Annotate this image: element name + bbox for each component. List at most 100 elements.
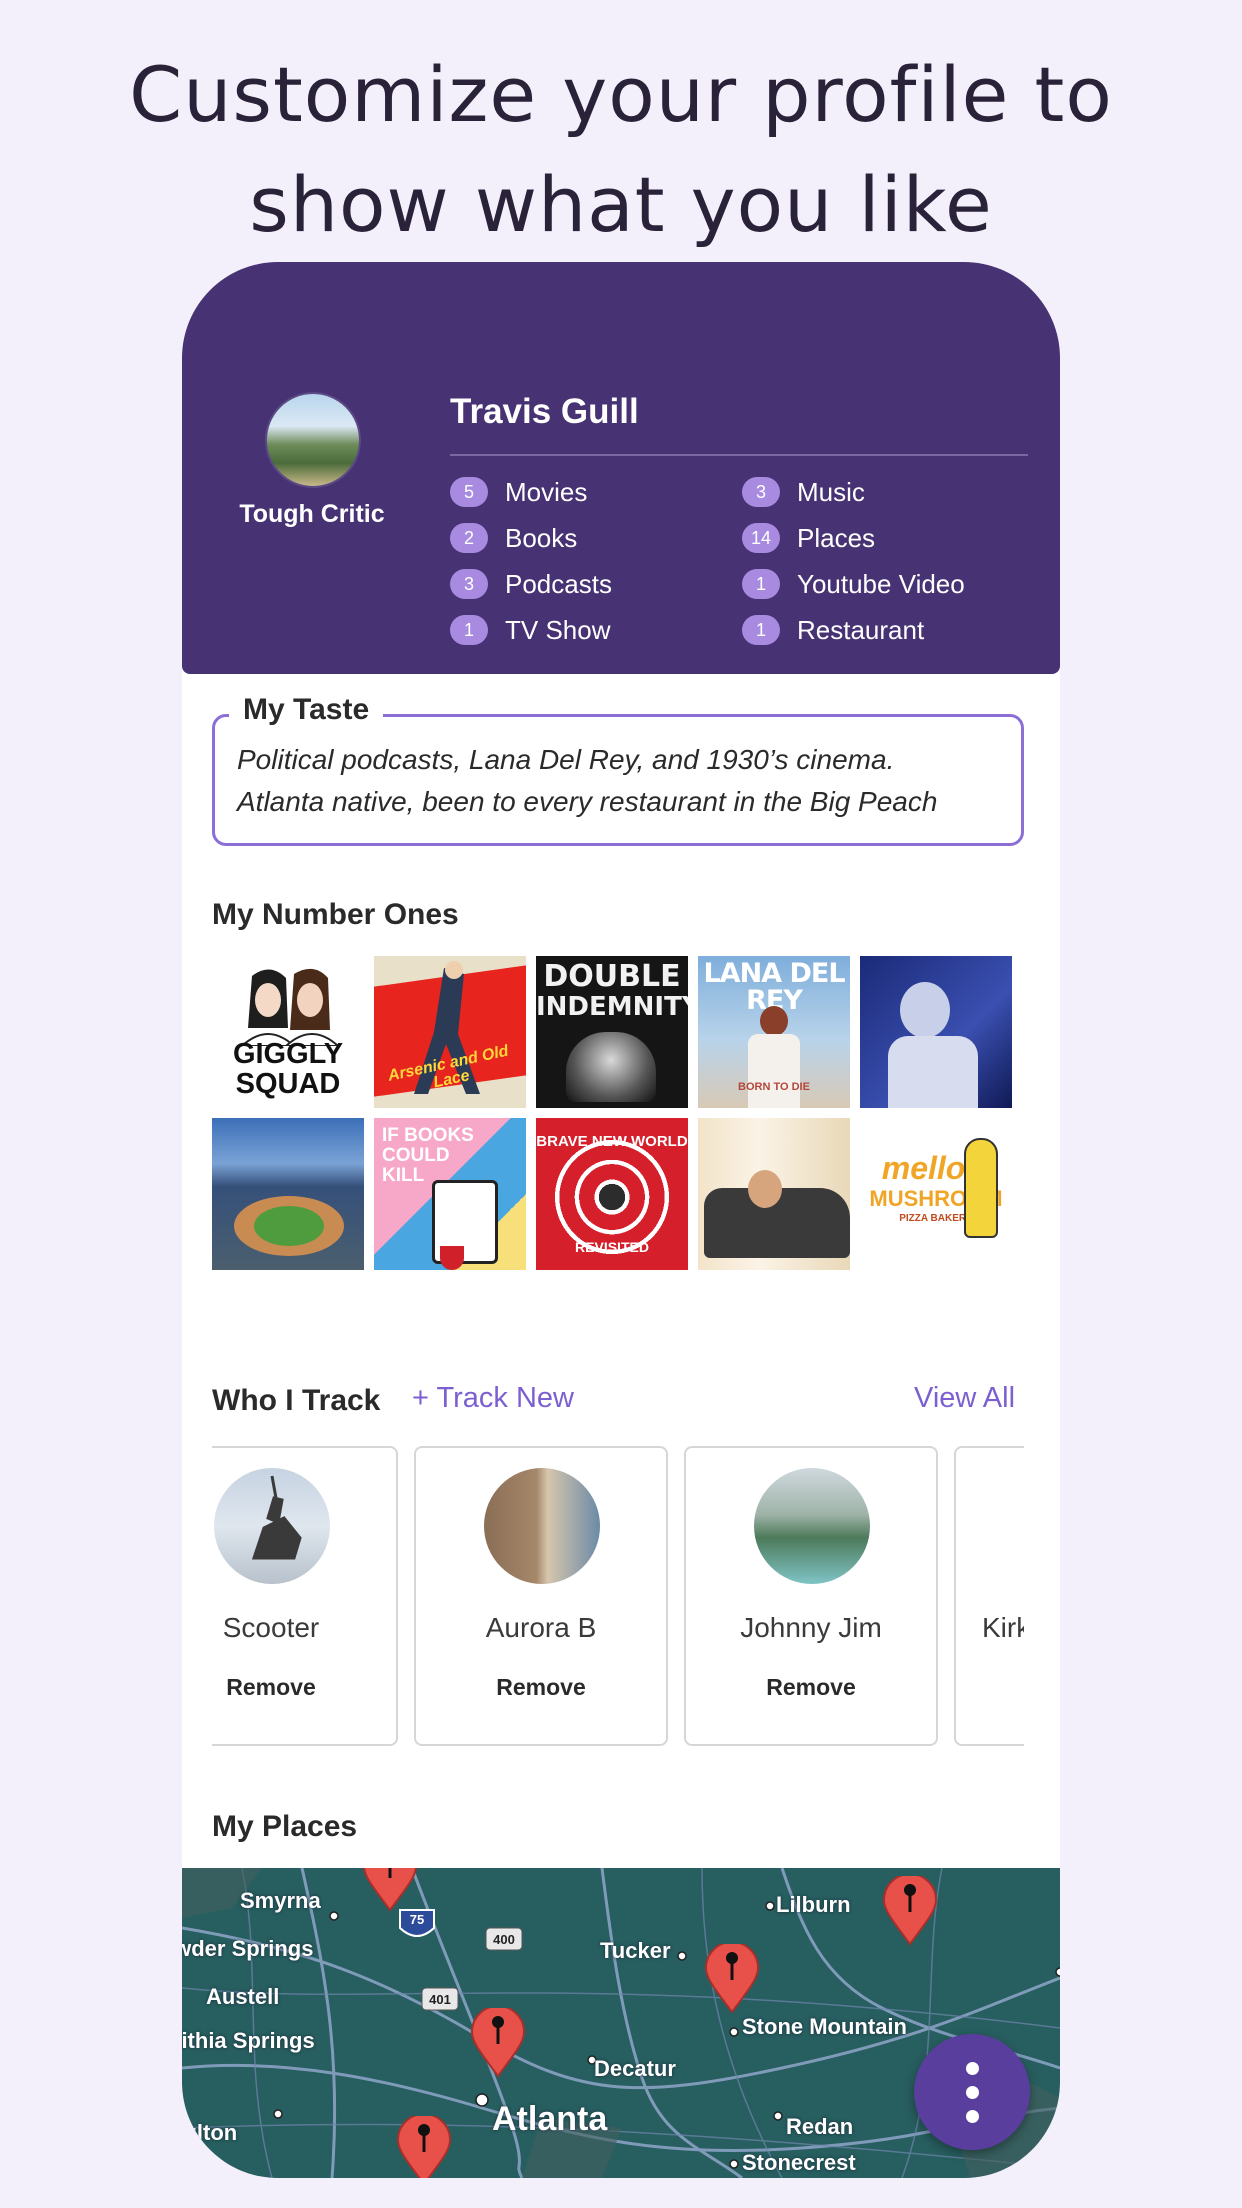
stadium-field bbox=[254, 1206, 324, 1246]
more-options-button[interactable] bbox=[914, 2034, 1030, 2150]
number-one-tile[interactable]: IF BOOKS COULD KILL bbox=[374, 1118, 526, 1270]
stat-tv-show[interactable]: 1 TV Show bbox=[450, 610, 611, 650]
statue-icon bbox=[251, 1475, 302, 1560]
map-label-austell: Austell bbox=[206, 1984, 280, 2009]
number-one-tile[interactable]: mellow MUSHROOM PIZZA BAKERS bbox=[860, 1118, 1012, 1270]
tile-subtitle: REVISITED bbox=[575, 1239, 649, 1255]
map-pin-icon[interactable] bbox=[362, 1868, 418, 1912]
map-label-lilburn: Lilburn bbox=[776, 1892, 851, 1917]
stat-label: Movies bbox=[505, 476, 588, 507]
map-label-lithia-springs: Lithia Springs bbox=[182, 2028, 315, 2053]
tile-title: DOUBLE bbox=[543, 959, 681, 994]
map-label-tucker: Tucker bbox=[600, 1938, 671, 1963]
podcast-hosts-illustration bbox=[240, 968, 340, 1046]
number-ones-title: My Number Ones bbox=[212, 898, 459, 931]
my-taste-box[interactable]: My Taste Political podcasts, Lana Del Re… bbox=[212, 693, 1024, 846]
stat-label: TV Show bbox=[505, 614, 611, 645]
mascot-figure bbox=[964, 1138, 998, 1238]
my-taste-title: My Taste bbox=[229, 693, 384, 727]
count-badge: 1 bbox=[742, 615, 780, 645]
tracked-person-card[interactable]: Scooter Remove bbox=[212, 1446, 398, 1746]
map-label-redan: Redan bbox=[786, 2114, 854, 2139]
remove-button[interactable]: Remove bbox=[686, 1674, 936, 1701]
who-i-track-title: Who I Track bbox=[212, 1384, 381, 1417]
map-pin-icon[interactable] bbox=[704, 1944, 760, 2014]
more-vertical-icon bbox=[966, 2086, 979, 2099]
stat-podcasts[interactable]: 3 Podcasts bbox=[450, 564, 612, 604]
map-pin-icon[interactable] bbox=[470, 2008, 526, 2078]
person-name: Scooter bbox=[222, 1612, 320, 1643]
stat-places[interactable]: 14 Places bbox=[742, 518, 875, 558]
my-taste-line-2: Atlanta native, been to every restaurant… bbox=[237, 786, 938, 817]
stat-label: Music bbox=[797, 476, 865, 507]
headline-line-1: Customize your profile to bbox=[129, 50, 1113, 139]
map-pin-icon[interactable] bbox=[882, 1876, 938, 1946]
stat-youtube-video[interactable]: 1 Youtube Video bbox=[742, 564, 965, 604]
stat-label: Podcasts bbox=[505, 568, 612, 599]
tile-title: INDEMNITY bbox=[536, 992, 688, 1022]
tile-title: GIGGLY bbox=[232, 1038, 344, 1070]
headline: Customize your profile to show what you … bbox=[0, 40, 1242, 260]
count-badge: 3 bbox=[450, 569, 488, 599]
remove-button[interactable]: Remove bbox=[416, 1674, 666, 1701]
track-new-link[interactable]: + Track New bbox=[412, 1382, 574, 1415]
shield-75: 75 bbox=[410, 1912, 424, 1927]
person-name: Johnny Jim bbox=[740, 1612, 882, 1643]
number-one-tile[interactable]: Arsenic and Old Lace bbox=[374, 956, 526, 1108]
shield-400: 400 bbox=[493, 1932, 515, 1947]
driver-face bbox=[748, 1170, 782, 1208]
person-avatar[interactable] bbox=[214, 1468, 330, 1584]
number-one-tile[interactable]: LANA DEL REY BORN TO DIE bbox=[698, 956, 850, 1108]
count-badge: 1 bbox=[742, 569, 780, 599]
map-label-atlanta: Atlanta bbox=[492, 2100, 608, 2138]
profile-header: Tough Critic Travis Guill 5 Movies 3 Music… bbox=[182, 262, 1060, 674]
profile-level: Tough Critic bbox=[239, 500, 385, 528]
number-one-tile[interactable] bbox=[860, 956, 1012, 1108]
map-label-decatur: Decatur bbox=[594, 2056, 676, 2081]
places-map[interactable]: 75 400 401 Smyrna Lilburn Powder Springs… bbox=[182, 1868, 1060, 2178]
map-label-smyrna: Smyrna bbox=[240, 1888, 321, 1913]
my-taste-line-1: Political podcasts, Lana Del Rey, and 19… bbox=[237, 744, 895, 775]
person-name: Kirk bbox=[982, 1612, 1024, 1643]
more-vertical-icon bbox=[966, 2110, 979, 2123]
tile-title: COULD bbox=[382, 1145, 450, 1166]
number-one-tile[interactable] bbox=[212, 1118, 364, 1270]
poster-portrait bbox=[566, 1032, 656, 1102]
map-label-stonecrest: Stonecrest bbox=[742, 2150, 856, 2175]
my-taste-text: Political podcasts, Lana Del Rey, and 19… bbox=[237, 739, 1007, 823]
name-divider bbox=[450, 454, 1028, 456]
tile-title: BRAVE NEW WORLD bbox=[536, 1133, 688, 1150]
phone-screen: Tough Critic Travis Guill 5 Movies 3 Music… bbox=[182, 262, 1060, 2178]
my-places-title: My Places bbox=[212, 1810, 358, 1843]
shield-401: 401 bbox=[429, 1992, 451, 2007]
more-vertical-icon bbox=[966, 2062, 979, 2075]
film-still-body bbox=[888, 1036, 978, 1108]
map-pin-icon[interactable] bbox=[396, 2116, 452, 2178]
stat-movies[interactable]: 5 Movies bbox=[450, 472, 587, 512]
tracked-person-card[interactable]: Kirk bbox=[954, 1446, 1024, 1746]
tracked-person-card[interactable]: Aurora B Remove bbox=[414, 1446, 668, 1746]
profile-avatar[interactable] bbox=[265, 392, 361, 488]
remove-button[interactable]: Remove bbox=[212, 1674, 396, 1701]
headline-line-2: show what you like bbox=[249, 160, 993, 249]
tracked-people-carousel[interactable]: Scooter Remove Aurora B Remove Johnny Ji… bbox=[212, 1446, 1024, 1746]
person-name: Aurora B bbox=[485, 1612, 597, 1643]
stat-restaurant[interactable]: 1 Restaurant bbox=[742, 610, 924, 650]
person-avatar[interactable] bbox=[484, 1468, 600, 1584]
number-one-tile[interactable]: GIGGLY SQUAD bbox=[212, 956, 364, 1108]
person-avatar[interactable] bbox=[754, 1468, 870, 1584]
stat-books[interactable]: 2 Books bbox=[450, 518, 577, 558]
count-badge: 1 bbox=[450, 615, 488, 645]
stat-music[interactable]: 3 Music bbox=[742, 472, 865, 512]
stat-label: Restaurant bbox=[797, 614, 925, 645]
tracked-person-card[interactable]: Johnny Jim Remove bbox=[684, 1446, 938, 1746]
number-one-tile[interactable]: BRAVE NEW WORLD REVISITED bbox=[536, 1118, 688, 1270]
tile-subtitle: BORN TO DIE bbox=[738, 1081, 810, 1093]
stat-label: Places bbox=[797, 522, 876, 553]
map-label-powder-springs: Powder Springs bbox=[182, 1936, 314, 1961]
view-all-link[interactable]: View All bbox=[914, 1382, 1015, 1415]
number-one-tile[interactable] bbox=[698, 1118, 850, 1270]
number-one-tile[interactable]: DOUBLE INDEMNITY bbox=[536, 956, 688, 1108]
count-badge: 2 bbox=[450, 523, 488, 553]
count-badge: 14 bbox=[742, 523, 780, 553]
